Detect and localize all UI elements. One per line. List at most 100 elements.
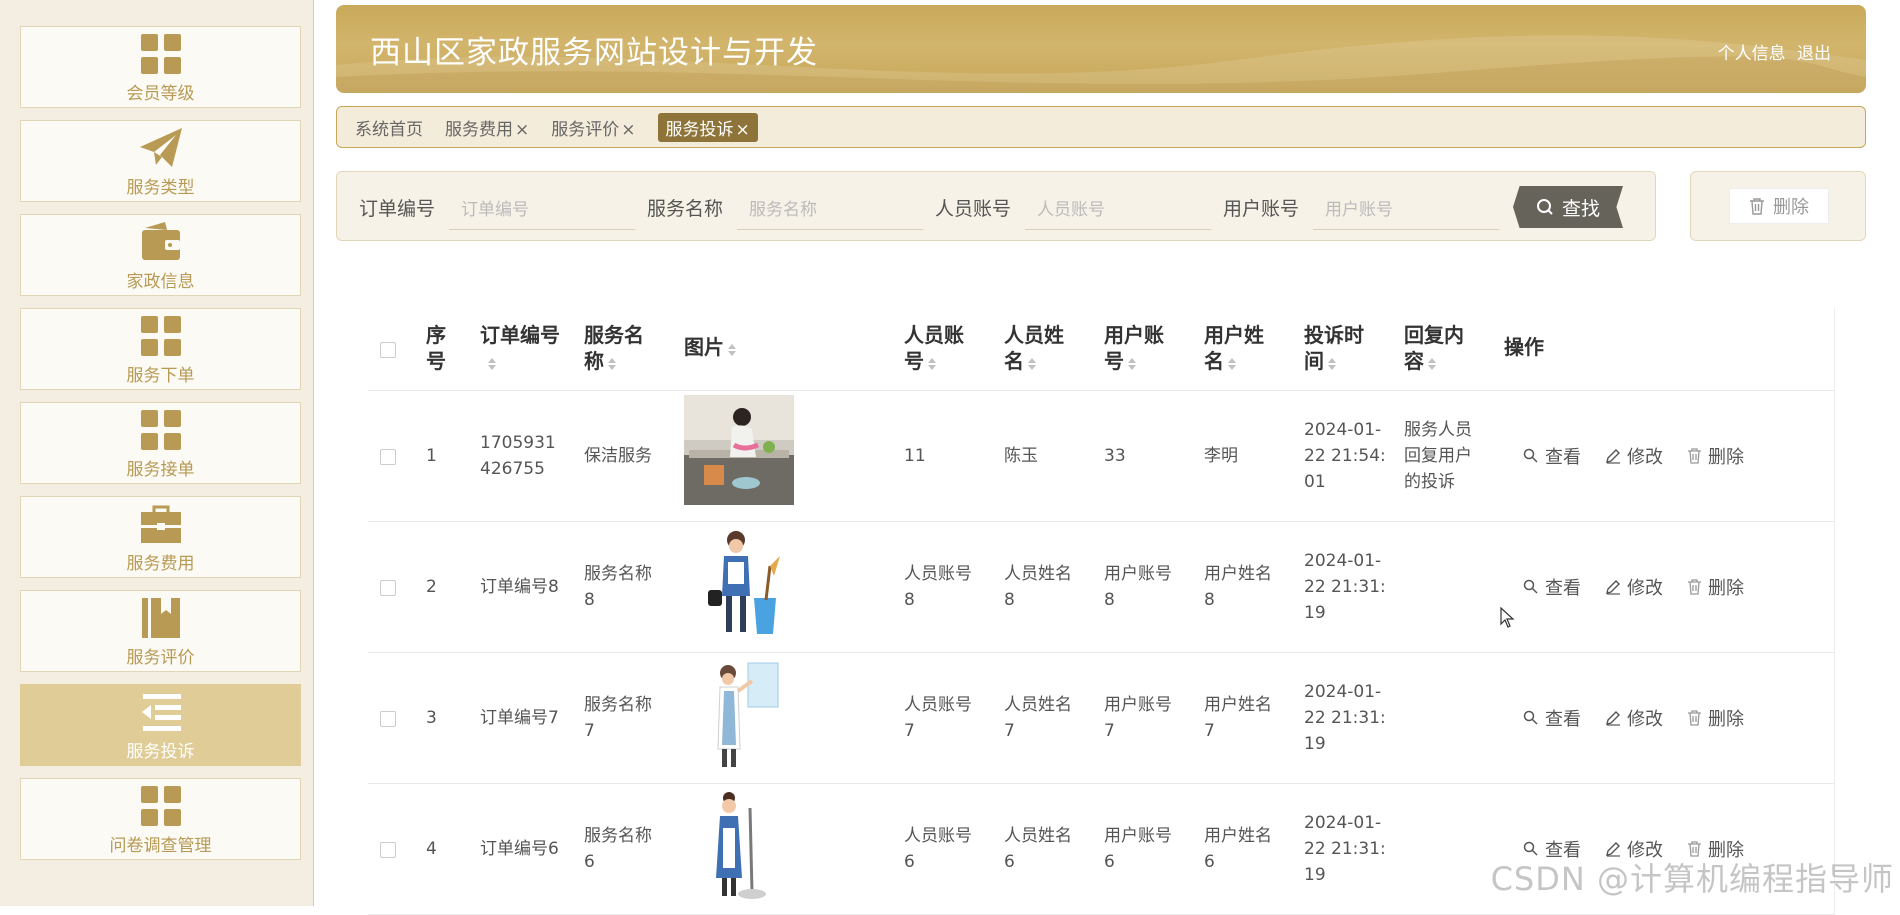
cell-line: 22 21:31: xyxy=(1304,577,1386,597)
row-index: 3 xyxy=(426,708,437,728)
cell-line: 回复用户 xyxy=(1404,446,1472,466)
cell-line: 服务名称 xyxy=(584,564,652,584)
column-header-text: 用户姓 xyxy=(1204,323,1264,347)
cell-line: 服务名称 xyxy=(584,826,652,846)
column-header-text: 容 xyxy=(1404,349,1424,373)
column-header-staff_name[interactable]: 人员姓名 xyxy=(1004,322,1064,376)
sidebar-item[interactable]: 服务费用 xyxy=(20,496,301,578)
row-image xyxy=(684,788,794,914)
column-header-text: 序 xyxy=(426,323,446,347)
cell-line: 19 xyxy=(1304,734,1326,754)
delete-button[interactable]: 删除 xyxy=(1687,705,1744,731)
cell-user_name: 用户姓名 6 xyxy=(1204,823,1272,875)
column-header-time[interactable]: 投诉时间 xyxy=(1304,322,1364,376)
sort-icon[interactable] xyxy=(1328,350,1336,376)
column-header-text: 人员账 xyxy=(904,323,964,347)
sidebar-item[interactable]: 服务评价 xyxy=(20,590,301,672)
search-button[interactable]: 查找 xyxy=(1513,186,1623,228)
search-input[interactable] xyxy=(1313,190,1499,230)
batch-delete-button[interactable]: 删除 xyxy=(1729,188,1829,224)
profile-link[interactable]: 个人信息 xyxy=(1718,44,1786,64)
sort-icon[interactable] xyxy=(928,350,936,376)
cell-line: 8 xyxy=(904,590,915,610)
sort-icon[interactable] xyxy=(488,350,496,376)
delete-label: 删除 xyxy=(1708,709,1744,730)
search-input[interactable] xyxy=(1025,190,1211,230)
paper-plane-icon xyxy=(138,125,184,171)
cell-staff_name: 陈玉 xyxy=(1004,443,1038,469)
tab[interactable]: 服务投诉 × xyxy=(657,112,758,142)
sidebar-item[interactable]: 服务下单 xyxy=(20,308,301,390)
select-all-checkbox[interactable] xyxy=(380,342,396,358)
tab-bar: 系统首页 服务费用 × 服务评价 × 服务投诉 × xyxy=(336,106,1866,148)
complaints-table: 序号订单编号 服务名称图片 人员账号人员姓名用户账号用户姓名投诉时间回复内容操作 1 1… xyxy=(368,308,1835,915)
row-checkbox[interactable] xyxy=(380,580,396,596)
row-checkbox[interactable] xyxy=(380,449,396,465)
column-header-staff_acc[interactable]: 人员账号 xyxy=(904,322,964,376)
edit-button[interactable]: 修改 xyxy=(1605,443,1663,469)
column-header-service[interactable]: 服务名称 xyxy=(584,322,644,376)
cell-line: 李明 xyxy=(1204,446,1238,466)
tab[interactable]: 系统首页 xyxy=(355,115,423,140)
cell-service: 服务名称 6 xyxy=(584,823,652,875)
watermark: CSDN @计算机编程指导师 xyxy=(1490,860,1894,898)
search-input[interactable] xyxy=(737,190,923,230)
column-header-text: 名 xyxy=(1204,349,1224,373)
sidebar-item-label: 服务下单 xyxy=(126,365,195,386)
column-header-order[interactable]: 订单编号 xyxy=(480,322,560,376)
edit-button[interactable]: 修改 xyxy=(1605,574,1663,600)
sidebar-item[interactable]: 服务投诉 xyxy=(20,684,301,766)
cell-line: 用户账号 xyxy=(1104,695,1172,715)
delete-button[interactable]: 删除 xyxy=(1687,443,1744,469)
sidebar-item[interactable]: 服务接单 xyxy=(20,402,301,484)
sort-icon[interactable] xyxy=(1428,350,1436,376)
search-icon xyxy=(1523,710,1545,726)
tab[interactable]: 服务评价 × xyxy=(551,115,635,140)
logout-link[interactable]: 退出 xyxy=(1797,44,1831,64)
cell-line: 的投诉 xyxy=(1404,472,1455,492)
cell-line: 426755 xyxy=(480,459,545,479)
trash-icon xyxy=(1687,448,1708,464)
delete-button[interactable]: 删除 xyxy=(1687,574,1744,600)
sidebar-item[interactable]: 服务类型 xyxy=(20,120,301,202)
cell-line: 用户账号 xyxy=(1104,564,1172,584)
sort-icon[interactable] xyxy=(1028,350,1036,376)
column-header-index[interactable]: 序号 xyxy=(426,322,446,374)
column-header-user_name[interactable]: 用户姓名 xyxy=(1204,322,1264,376)
view-button[interactable]: 查看 xyxy=(1523,705,1581,731)
close-icon[interactable]: × xyxy=(515,120,529,140)
column-header-reply[interactable]: 回复内容 xyxy=(1404,322,1464,376)
sort-icon[interactable] xyxy=(608,350,616,376)
sort-icon[interactable] xyxy=(1228,350,1236,376)
sort-icon[interactable] xyxy=(728,336,736,362)
sidebar-item[interactable]: 家政信息 xyxy=(20,214,301,296)
cell-order: 订单编号8 xyxy=(480,574,559,600)
search-icon xyxy=(1523,579,1545,595)
column-header-image[interactable]: 图片 xyxy=(684,334,736,362)
cell-line: 22 21:31: xyxy=(1304,708,1386,728)
batch-delete-label: 删除 xyxy=(1773,197,1809,218)
tab-label: 服务评价 xyxy=(551,119,620,140)
view-button[interactable]: 查看 xyxy=(1523,443,1581,469)
row-checkbox[interactable] xyxy=(380,842,396,858)
column-header-text: 图片 xyxy=(684,335,724,359)
cell-line: 1705931 xyxy=(480,433,556,453)
view-button[interactable]: 查看 xyxy=(1523,574,1581,600)
column-header-user_acc[interactable]: 用户账号 xyxy=(1104,322,1164,376)
column-header-ops[interactable]: 操作 xyxy=(1504,334,1544,360)
tab[interactable]: 服务费用 × xyxy=(445,115,529,140)
sidebar-item[interactable]: 问卷调查管理 xyxy=(20,778,301,860)
cell-line: 用户姓名 xyxy=(1204,564,1272,584)
edit-label: 修改 xyxy=(1627,709,1663,730)
site-title: 西山区家政服务网站设计与开发 xyxy=(370,35,818,71)
row-checkbox[interactable] xyxy=(380,711,396,727)
close-icon[interactable]: × xyxy=(736,120,750,140)
close-icon[interactable]: × xyxy=(621,120,635,140)
cell-staff_acc: 11 xyxy=(904,443,926,469)
edit-button[interactable]: 修改 xyxy=(1605,705,1663,731)
sidebar-item[interactable]: 会员等级 xyxy=(20,26,301,108)
column-header-text: 间 xyxy=(1304,349,1324,373)
sort-icon[interactable] xyxy=(1128,350,1136,376)
search-input[interactable] xyxy=(449,190,635,230)
cell-service: 服务名称 7 xyxy=(584,692,652,744)
